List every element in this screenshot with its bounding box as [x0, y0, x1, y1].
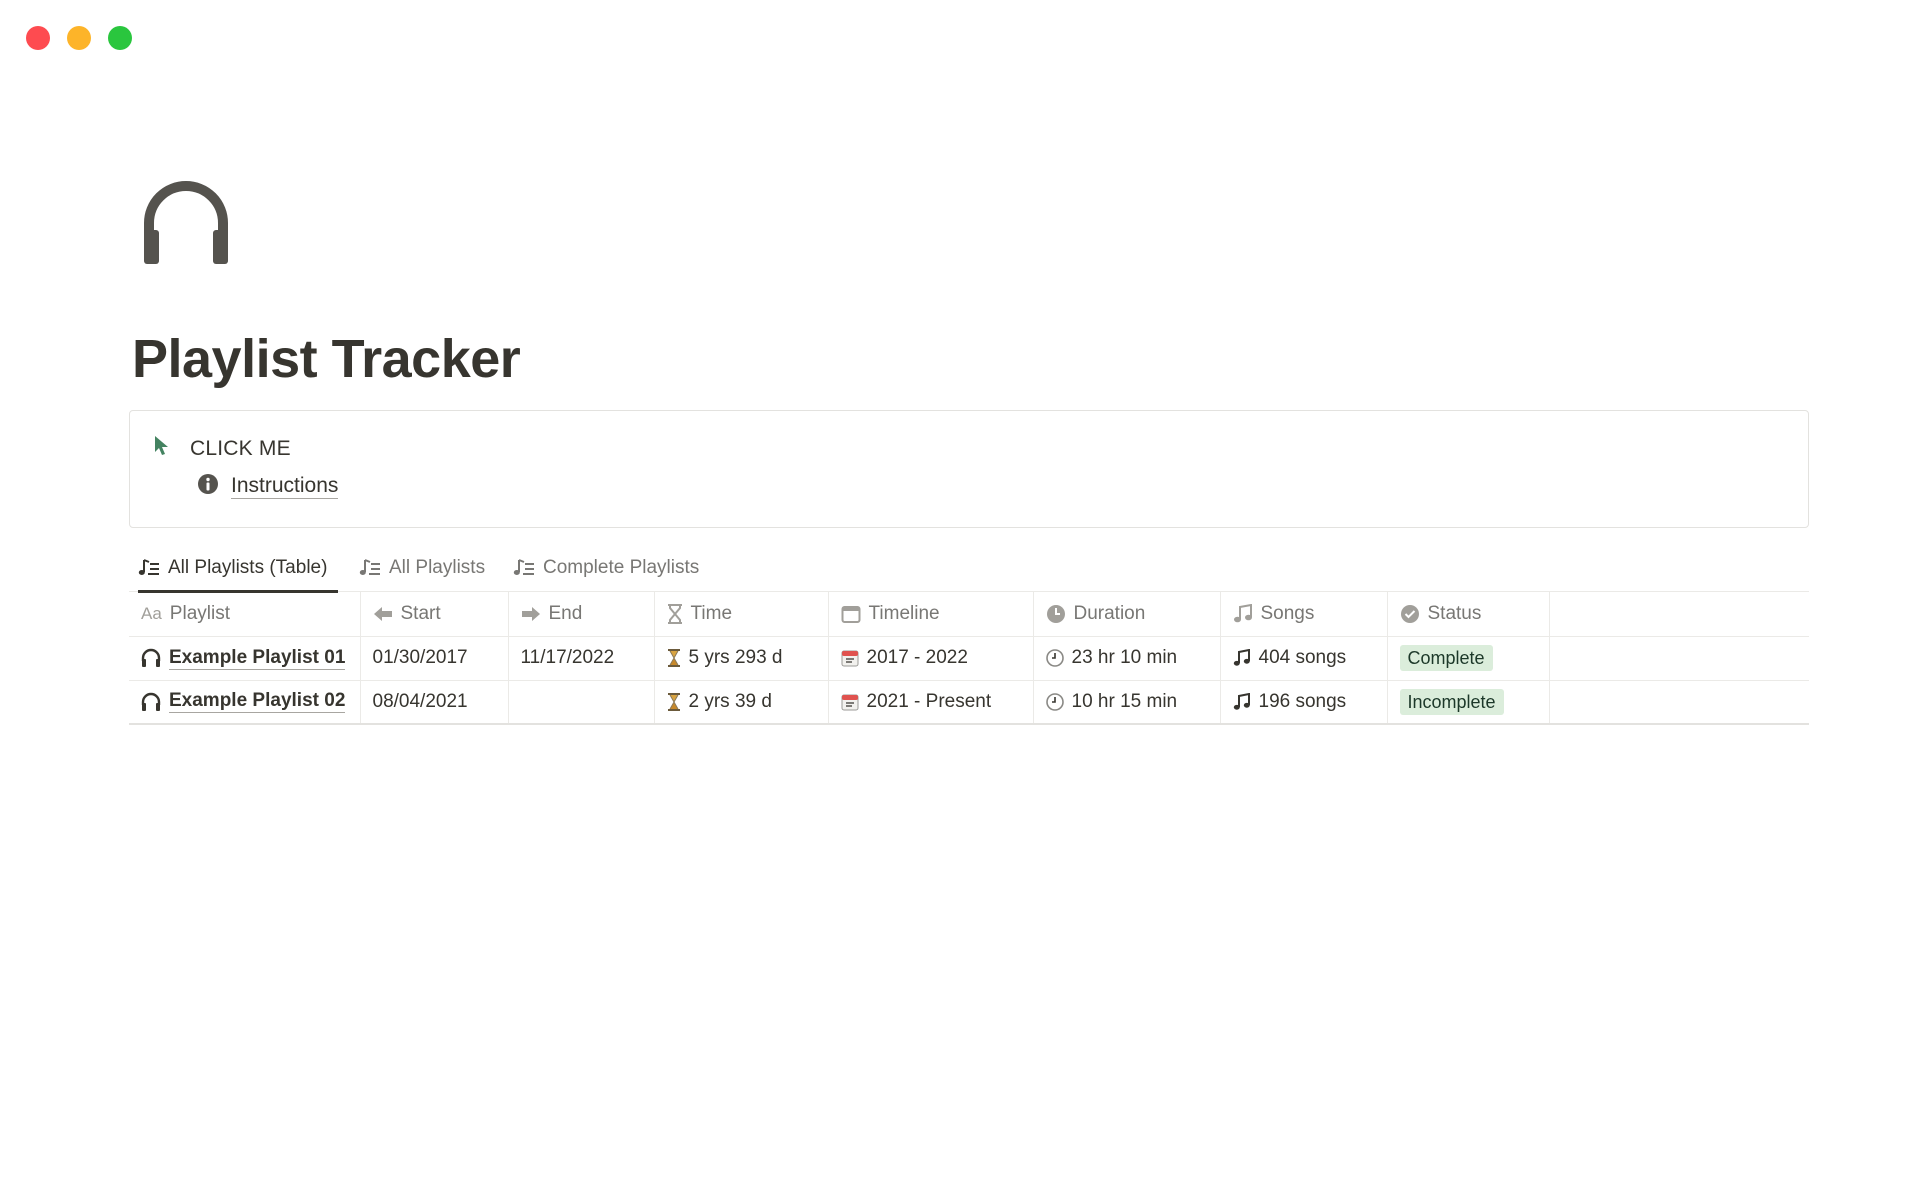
status-badge: Complete — [1399, 645, 1493, 671]
tab-all-playlists[interactable]: All Playlists — [359, 544, 485, 592]
column-label: Duration — [1073, 602, 1146, 624]
hourglass-icon — [667, 692, 681, 711]
column-header-end[interactable]: End — [508, 592, 655, 637]
tab-complete-playlists[interactable]: Complete Playlists — [513, 544, 699, 592]
arrow-left-icon — [373, 605, 393, 623]
column-label: End — [548, 602, 583, 624]
cell-time[interactable]: 5 yrs 293 d — [654, 636, 829, 681]
arrow-right-icon — [521, 605, 541, 623]
page-title: Playlist Tracker — [132, 329, 521, 389]
cell-timeline[interactable]: 2021 - Present — [828, 680, 1034, 725]
cursor-pointer-icon — [154, 435, 170, 462]
column-label: Songs — [1260, 602, 1315, 624]
cell-duration[interactable]: 23 hr 10 min — [1033, 636, 1221, 681]
column-label: Timeline — [868, 602, 940, 624]
headphones-icon — [141, 692, 161, 712]
cell-songs[interactable]: 196 songs — [1220, 680, 1388, 725]
table-header-row: Aa Playlist Start End Time Timeline Dura… — [129, 592, 1809, 637]
music-note-icon — [1233, 649, 1251, 667]
hourglass-icon — [667, 649, 681, 667]
cell-timeline[interactable]: 2017 - 2022 — [828, 636, 1034, 681]
instructions-link[interactable]: Instructions — [231, 474, 339, 499]
cell-duration[interactable]: 10 hr 15 min — [1033, 680, 1221, 725]
music-list-icon — [513, 558, 535, 578]
minimize-window-button[interactable] — [67, 26, 91, 50]
cell-status[interactable]: Incomplete — [1387, 680, 1550, 725]
zoom-window-button[interactable] — [108, 26, 132, 50]
timeline-value: 2017 - 2022 — [866, 647, 968, 668]
duration-value: 23 hr 10 min — [1071, 647, 1178, 668]
cell-end[interactable] — [508, 680, 655, 725]
calendar-icon — [841, 693, 859, 711]
close-window-button[interactable] — [26, 26, 50, 50]
callout-title: CLICK ME — [190, 436, 291, 460]
cell-time[interactable]: 2 yrs 39 d — [654, 680, 829, 725]
cell-playlist[interactable]: Example Playlist 01 — [129, 636, 361, 681]
column-header-time[interactable]: Time — [654, 592, 829, 637]
callout-header: CLICK ME — [154, 435, 291, 462]
songs-value: 404 songs — [1258, 647, 1347, 668]
column-header-playlist[interactable]: Aa Playlist — [129, 592, 361, 637]
music-list-icon — [359, 558, 381, 578]
column-label: Start — [400, 602, 441, 624]
clock-icon — [1046, 604, 1066, 624]
cell-empty — [1549, 636, 1809, 681]
cell-start[interactable]: 01/30/2017 — [360, 636, 509, 681]
cell-status[interactable]: Complete — [1387, 636, 1550, 681]
duration-value: 10 hr 15 min — [1071, 690, 1178, 712]
songs-value: 196 songs — [1258, 690, 1347, 712]
column-header-start[interactable]: Start — [360, 592, 509, 637]
playlist-name-link[interactable]: Example Playlist 02 — [169, 690, 346, 714]
tab-label: All Playlists — [389, 557, 486, 578]
column-label: Time — [690, 602, 733, 624]
column-label: Playlist — [169, 602, 230, 624]
window-controls — [26, 26, 132, 50]
time-value: 2 yrs 39 d — [688, 690, 772, 712]
column-header-duration[interactable]: Duration — [1033, 592, 1221, 637]
calendar-icon — [841, 649, 859, 667]
tab-label: Complete Playlists — [543, 557, 700, 578]
tab-all-playlists-table[interactable]: All Playlists (Table) — [138, 544, 339, 593]
check-circle-icon — [1400, 604, 1420, 624]
status-badge: Incomplete — [1399, 688, 1504, 715]
hourglass-icon — [667, 603, 683, 624]
cell-empty — [1549, 680, 1809, 725]
clock-icon — [1045, 692, 1064, 711]
timeline-value: 2021 - Present — [866, 690, 992, 712]
time-value: 5 yrs 293 d — [688, 647, 783, 668]
column-label: Status — [1427, 602, 1482, 624]
playlist-table: Aa Playlist Start End Time Timeline Dura… — [129, 592, 1809, 725]
title-property-icon: Aa — [141, 603, 162, 623]
column-header-empty — [1549, 592, 1809, 637]
cell-playlist[interactable]: Example Playlist 02 — [129, 680, 361, 725]
table-row[interactable]: Example Playlist 02 08/04/2021 2 yrs 39 … — [129, 680, 1809, 725]
music-note-icon — [1233, 603, 1253, 624]
callout-box: CLICK ME Instructions — [129, 410, 1809, 528]
music-list-icon — [138, 558, 160, 578]
column-header-status[interactable]: Status — [1387, 592, 1550, 637]
table-row[interactable]: Example Playlist 01 01/30/2017 11/17/202… — [129, 636, 1809, 681]
music-note-icon — [1233, 692, 1251, 711]
info-icon — [197, 473, 219, 500]
calendar-icon — [841, 604, 861, 624]
clock-icon — [1045, 649, 1064, 667]
tab-label: All Playlists (Table) — [168, 557, 328, 578]
column-header-timeline[interactable]: Timeline — [828, 592, 1034, 637]
cell-songs[interactable]: 404 songs — [1220, 636, 1388, 681]
headphones-icon — [141, 648, 161, 668]
view-tabs: All Playlists (Table) All Playlists Comp… — [129, 544, 1809, 593]
column-header-songs[interactable]: Songs — [1220, 592, 1388, 637]
cell-start[interactable]: 08/04/2021 — [360, 680, 509, 725]
headphones-icon[interactable] — [143, 180, 229, 266]
cell-end[interactable]: 11/17/2022 — [508, 636, 655, 681]
playlist-name-link[interactable]: Example Playlist 01 — [169, 647, 346, 670]
callout-instructions-row: Instructions — [197, 473, 339, 500]
